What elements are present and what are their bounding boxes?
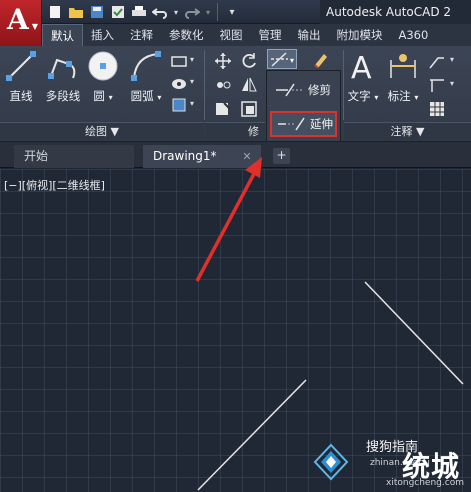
- chevron-down-icon[interactable]: ▾: [190, 77, 194, 86]
- chevron-down-icon[interactable]: ▾: [190, 55, 194, 64]
- chevron-down-icon[interactable]: ▾: [414, 93, 418, 102]
- tab-start[interactable]: 开始: [14, 145, 134, 168]
- multileader-icon[interactable]: [428, 76, 446, 94]
- svg-text:A: A: [351, 51, 372, 82]
- chevron-down-icon[interactable]: ▾: [190, 99, 194, 108]
- watermark-logo-icon: [313, 443, 349, 481]
- trim-extend-flyout: 修剪 延伸: [266, 70, 341, 142]
- undo-dropdown-icon[interactable]: ▾: [172, 3, 180, 21]
- qat-separator: [217, 3, 218, 21]
- viewport-controls[interactable]: [−][俯视][二维线框]: [4, 177, 105, 193]
- tab-view[interactable]: 视图: [212, 24, 251, 46]
- chevron-down-icon[interactable]: ▾: [450, 79, 454, 88]
- trim-menu-item[interactable]: 修剪: [270, 77, 337, 103]
- trim-split-button[interactable]: ▾: [267, 49, 297, 69]
- scale-icon[interactable]: [240, 100, 258, 118]
- polyline-tool-label: 多段线: [45, 89, 81, 103]
- quick-access-toolbar: ▾ ▾ ▾: [46, 3, 241, 21]
- annotation-panel-title[interactable]: 注释 ▼: [344, 122, 471, 140]
- undo-icon[interactable]: [151, 3, 169, 21]
- window-title: Autodesk AutoCAD 2: [320, 0, 471, 24]
- extend-menu-item[interactable]: 延伸: [270, 111, 337, 137]
- arc-icon: [130, 50, 162, 82]
- modify-panel-title[interactable]: 修: [205, 122, 265, 140]
- tab-annotate[interactable]: 注释: [122, 24, 161, 46]
- trim-label: 修剪: [308, 83, 331, 97]
- arc-tool-button[interactable]: 圆弧 ▾: [126, 50, 166, 104]
- dimension-tool-button[interactable]: 标注 ▾: [386, 50, 420, 104]
- mirror-icon[interactable]: [240, 76, 258, 94]
- copy-icon[interactable]: [214, 76, 232, 94]
- watermark: 搜狗指南 zhinan.sogou 统城 xitongcheng.com: [312, 433, 471, 492]
- close-icon[interactable]: ✕: [240, 150, 254, 164]
- arc-tool-label: 圆弧: [130, 89, 154, 103]
- document-tab-bar: 开始 Drawing1*: [0, 142, 471, 168]
- hatch-icon[interactable]: [170, 74, 188, 92]
- autocad-logo-icon: A: [7, 3, 29, 36]
- circle-icon: [87, 50, 119, 82]
- watermark-url-2: xitongcheng.com: [386, 478, 464, 488]
- title-bar: ▾ ▾ ▾ Autodesk AutoCAD 2: [0, 0, 471, 24]
- new-tab-button[interactable]: +: [273, 148, 290, 164]
- print-icon[interactable]: [130, 3, 148, 21]
- table-icon[interactable]: [428, 100, 446, 118]
- circle-tool-label: 圆: [93, 89, 105, 103]
- text-tool-button[interactable]: A 文字 ▾: [346, 50, 380, 104]
- polyline-icon: [47, 50, 79, 82]
- svg-text:▾: ▾: [290, 56, 294, 65]
- move-icon[interactable]: [214, 52, 232, 70]
- save-icon[interactable]: [88, 3, 106, 21]
- save-as-icon[interactable]: [109, 3, 127, 21]
- panel-separator: [204, 50, 205, 120]
- tab-output[interactable]: 输出: [290, 24, 329, 46]
- chevron-down-icon[interactable]: ▾: [374, 93, 378, 102]
- customize-qat-icon[interactable]: ▾: [223, 3, 241, 21]
- line-tool-label: 直线: [9, 89, 33, 103]
- text-icon: A: [347, 50, 379, 86]
- tab-addins[interactable]: 附加模块: [329, 24, 391, 46]
- chevron-down-icon[interactable]: ▾: [157, 93, 161, 102]
- new-file-icon[interactable]: [46, 3, 64, 21]
- erase-icon[interactable]: [312, 50, 330, 69]
- leader-icon[interactable]: [428, 52, 446, 70]
- tab-insert[interactable]: 插入: [83, 24, 122, 46]
- line-tool-button[interactable]: 直线: [4, 50, 38, 104]
- tab-parametric[interactable]: 参数化: [161, 24, 212, 46]
- open-folder-icon[interactable]: [67, 3, 85, 21]
- dimension-icon: [387, 50, 419, 82]
- chevron-down-icon: ▼: [31, 22, 38, 31]
- trim-icon: ▾: [271, 52, 294, 67]
- stretch-icon[interactable]: [214, 100, 232, 118]
- tab-manage[interactable]: 管理: [251, 24, 290, 46]
- rotate-icon[interactable]: [240, 52, 258, 70]
- draw-panel-title[interactable]: 绘图 ▼: [0, 122, 204, 140]
- tab-home[interactable]: 默认: [42, 24, 83, 46]
- rectangle-icon[interactable]: [170, 52, 188, 70]
- line-icon: [5, 50, 37, 82]
- circle-tool-button[interactable]: 圆 ▾: [86, 50, 120, 104]
- extend-label: 延伸: [310, 117, 333, 131]
- redo-icon[interactable]: [183, 3, 201, 21]
- application-menu-button[interactable]: A ▼: [0, 0, 42, 46]
- chevron-down-icon[interactable]: ▾: [450, 55, 454, 64]
- ribbon-panel: 直线 多段线 圆 ▾ 圆弧 ▾ ▾ ▾ ▾ ▾ A 文字 ▾ 标注 ▾ ▾ ▾ …: [0, 46, 471, 142]
- extend-icon: [278, 117, 305, 131]
- dimension-tool-label: 标注: [387, 89, 411, 103]
- panel-separator: [343, 50, 344, 120]
- tab-a360[interactable]: A360: [391, 24, 437, 46]
- chevron-down-icon[interactable]: ▾: [109, 93, 113, 102]
- polyline-tool-button[interactable]: 多段线: [40, 50, 86, 104]
- text-tool-label: 文字: [347, 89, 371, 103]
- redo-dropdown-icon[interactable]: ▾: [204, 3, 212, 21]
- region-icon[interactable]: [170, 96, 188, 114]
- trim-icon: [276, 83, 302, 97]
- ribbon-tab-bar: 默认 插入 注释 参数化 视图 管理 输出 附加模块 A360: [42, 24, 471, 46]
